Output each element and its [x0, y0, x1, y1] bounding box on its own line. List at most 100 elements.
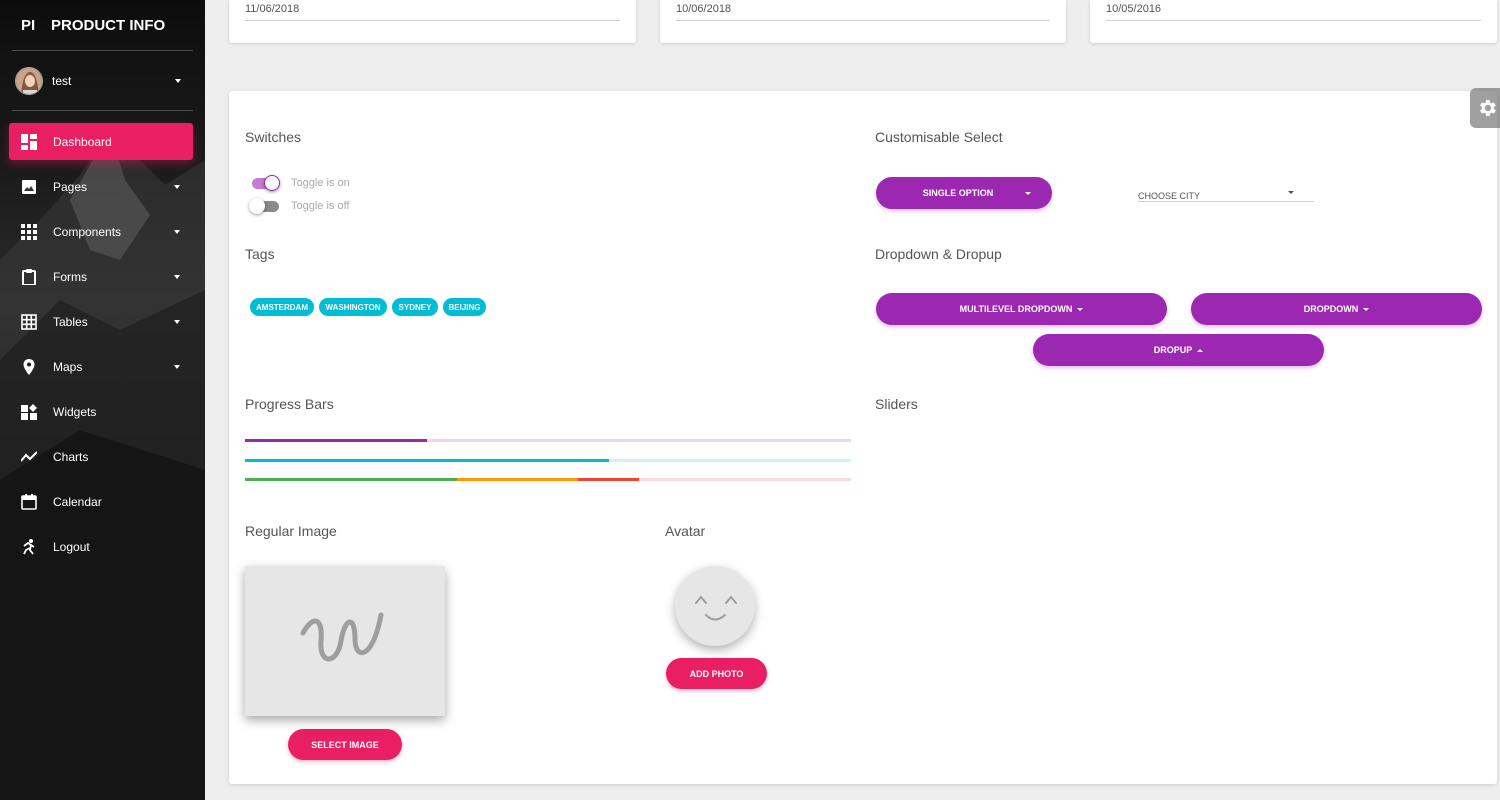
add-photo-button[interactable]: ADD PHOTO — [666, 658, 767, 689]
dropdown-label: DROPDOWN — [1303, 304, 1359, 314]
sidebar-item-components[interactable]: Components — [9, 213, 193, 250]
sidebar-item-maps[interactable]: Maps — [9, 348, 193, 385]
single-option-select[interactable]: SINGLE OPTION — [876, 177, 1052, 209]
fixed-plugin-settings[interactable] — [1470, 88, 1500, 128]
date-field-underline — [676, 20, 1050, 21]
components-card: Switches Toggle is on Toggle is off Tags… — [229, 91, 1497, 784]
app-logo[interactable]: PI PRODUCT INFO — [0, 0, 205, 50]
regular-image-title: Regular Image — [245, 523, 337, 539]
progress-bar-fill — [578, 478, 639, 481]
date-field-underline — [245, 20, 620, 21]
date-field-value[interactable]: 10/05/2016 — [1106, 3, 1161, 15]
sidebar-item-label: Components — [53, 224, 122, 239]
sidebar-item-logout[interactable]: Logout — [9, 528, 193, 565]
sidebar-item-dashboard[interactable]: Dashboard — [9, 123, 193, 160]
chevron-down-icon — [174, 229, 180, 234]
toggle-track — [252, 174, 280, 191]
tag-chip[interactable]: AMSTERDAM — [250, 298, 314, 316]
smiley-icon — [695, 595, 737, 621]
tag-chip[interactable]: BEIJING — [443, 298, 486, 316]
toggle-track — [249, 197, 279, 214]
apps-icon — [21, 223, 37, 240]
sidebar-item-label: Tables — [53, 314, 88, 329]
sidebar-item-widgets[interactable]: Widgets — [9, 393, 193, 430]
progress-bar-fill — [245, 439, 427, 442]
image-placeholder-icon — [300, 612, 384, 662]
sidebar-item-tables[interactable]: Tables — [9, 303, 193, 340]
sidebar-item-forms[interactable]: Forms — [9, 258, 193, 295]
sidebar-item-label: Calendar — [53, 494, 102, 509]
place-icon — [21, 358, 37, 375]
user-divider — [12, 110, 193, 111]
chevron-down-icon — [174, 274, 180, 279]
run-icon — [21, 538, 37, 555]
image-icon — [21, 179, 37, 195]
sidebar-item-label: Widgets — [53, 404, 97, 419]
sidebar-item-label: Maps — [53, 359, 83, 374]
date-field-underline — [1106, 20, 1481, 21]
widgets-icon — [21, 403, 37, 420]
tag-chip[interactable]: SYDNEY — [392, 298, 438, 316]
chevron-down-icon — [1363, 307, 1370, 311]
chevron-up-icon — [1197, 348, 1204, 352]
date-card: 10/06/2018 — [660, 0, 1066, 43]
date-field-value[interactable]: 10/06/2018 — [676, 3, 731, 15]
app-title: PRODUCT INFO — [51, 16, 166, 34]
dashboard-icon — [21, 133, 37, 150]
avatar-title: Avatar — [665, 523, 706, 539]
select-image-button[interactable]: SELECT IMAGE — [288, 729, 402, 760]
choose-city-select[interactable]: CHOOSE CITY — [1138, 186, 1314, 202]
progress-bar-info — [245, 459, 851, 462]
progress-bar-stacked — [245, 478, 851, 481]
single-option-label: SINGLE OPTION — [922, 188, 994, 198]
sidebar-item-calendar[interactable]: Calendar — [9, 483, 193, 520]
chevron-down-icon — [1025, 191, 1031, 195]
progress-bar-fill — [457, 478, 578, 481]
dropdown-title: Dropdown & Dropup — [875, 246, 1002, 262]
clipboard-icon — [21, 268, 37, 285]
grid-icon — [21, 313, 37, 330]
sidebar-item-label: Pages — [53, 179, 88, 194]
switches-title: Switches — [245, 129, 302, 145]
calendar-icon — [21, 493, 37, 510]
progress-bars-title: Progress Bars — [245, 396, 334, 412]
logo-mini: PI — [21, 16, 36, 34]
progress-bar-fill — [245, 478, 457, 481]
chevron-down-icon — [174, 184, 180, 189]
sliders-title: Sliders — [875, 396, 918, 412]
user-caret-icon — [175, 78, 181, 83]
sidebar-item-label: Logout — [53, 539, 90, 554]
sidebar-item-label: Charts — [53, 449, 89, 464]
date-card: 11/06/2018 — [229, 0, 636, 43]
timeline-icon — [21, 449, 37, 465]
tag-chip[interactable]: WASHINGTON — [319, 298, 387, 316]
dropup-label: DROPUP — [1153, 345, 1193, 355]
progress-bar-primary — [245, 439, 851, 442]
chevron-down-icon — [174, 319, 180, 324]
chevron-down-icon — [174, 364, 180, 369]
choose-city-label: CHOOSE CITY — [1138, 191, 1201, 201]
user-avatar — [15, 66, 43, 95]
dropdown-button[interactable]: DROPDOWN — [1191, 293, 1482, 325]
sidebar-item-label: Dashboard — [53, 134, 112, 149]
multilevel-dropdown-label: MULTILEVEL DROPDOWN — [959, 304, 1073, 314]
sidebar-item-charts[interactable]: Charts — [9, 438, 193, 475]
chevron-down-icon — [1288, 191, 1294, 194]
date-field-value[interactable]: 11/06/2018 — [245, 3, 299, 15]
toggle-off[interactable]: Toggle is off — [248, 197, 350, 214]
toggle-on-label: Toggle is on — [291, 177, 350, 189]
date-card: 10/05/2016 — [1090, 0, 1497, 43]
sidebar: PI PRODUCT INFO test Dashboard Pages Com… — [0, 0, 205, 800]
toggle-knob — [264, 174, 280, 191]
image-placeholder — [245, 566, 445, 716]
multilevel-dropdown-button[interactable]: MULTILEVEL DROPDOWN — [876, 293, 1167, 325]
dropup-button[interactable]: DROPUP — [1033, 334, 1324, 366]
sidebar-item-pages[interactable]: Pages — [9, 168, 193, 205]
toggle-on[interactable]: Toggle is on — [252, 174, 350, 191]
user-menu[interactable]: test — [0, 51, 205, 110]
tags-title: Tags — [245, 246, 275, 262]
toggle-knob — [249, 197, 265, 214]
chevron-down-icon — [1077, 307, 1084, 311]
sidebar-nav: Dashboard Pages Components Forms Tables … — [0, 123, 205, 565]
user-name: test — [52, 73, 72, 88]
